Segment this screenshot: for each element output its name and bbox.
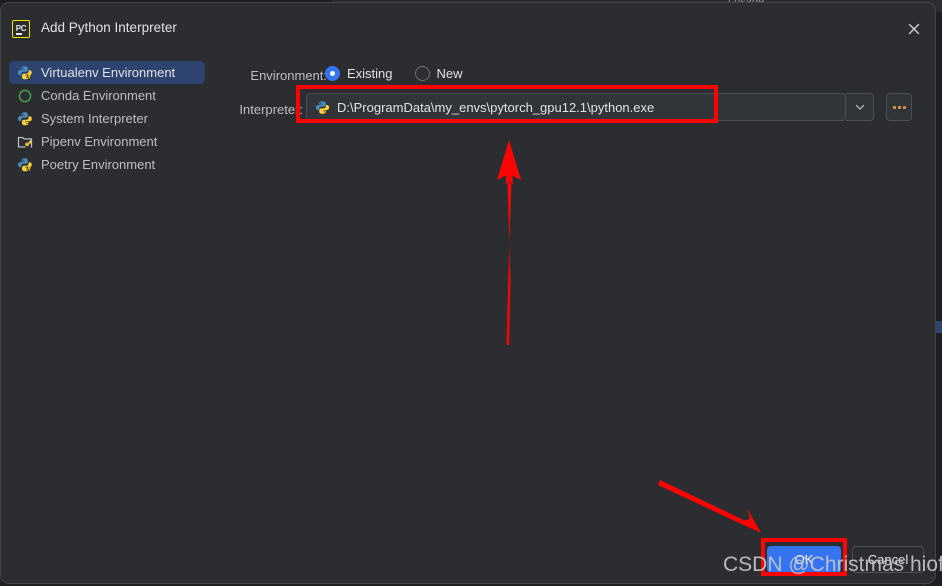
ellipsis-icon bbox=[892, 105, 906, 109]
environment-label: Environment: bbox=[250, 68, 327, 83]
cancel-button[interactable]: Cancel bbox=[852, 546, 924, 573]
chevron-down-icon bbox=[855, 104, 864, 110]
close-icon[interactable] bbox=[903, 18, 925, 40]
sidebar-item-pipenv-environment[interactable]: Pipenv Environment bbox=[9, 130, 205, 153]
ok-button[interactable]: OK bbox=[767, 546, 841, 573]
radio-indicator-icon bbox=[325, 66, 340, 81]
pycharm-logo-text: PC bbox=[15, 24, 27, 33]
environment-radio-group[interactable]: Existing New bbox=[325, 66, 463, 81]
virtualenv-python-icon bbox=[17, 65, 33, 81]
radio-new[interactable]: New bbox=[414, 66, 463, 81]
radio-label: New bbox=[436, 66, 463, 81]
sidebar-item-label: System Interpreter bbox=[41, 111, 148, 126]
radio-existing[interactable]: Existing bbox=[325, 66, 393, 81]
add-python-interpreter-dialog: PC Add Python Interpreter Virtualenv Env… bbox=[0, 2, 936, 584]
poetry-python-icon bbox=[17, 157, 33, 173]
radio-label: Existing bbox=[347, 66, 393, 81]
python-icon bbox=[315, 100, 330, 114]
browse-interpreter-button[interactable] bbox=[886, 93, 912, 121]
sidebar-item-label: Poetry Environment bbox=[41, 157, 156, 172]
pipenv-folder-icon bbox=[17, 134, 33, 150]
sidebar-item-poetry-environment[interactable]: Poetry Environment bbox=[9, 153, 205, 176]
pycharm-logo-icon: PC bbox=[12, 20, 30, 38]
radio-indicator-icon bbox=[414, 66, 430, 81]
python-icon bbox=[17, 111, 33, 127]
conda-ring-icon bbox=[17, 88, 33, 104]
dialog-titlebar: PC Add Python Interpreter bbox=[1, 3, 935, 47]
sidebar-item-label: Conda Environment bbox=[41, 88, 156, 103]
screenshot-root: t usage ninJsTDsaLvnCpntees PC Add Pytho… bbox=[0, 0, 942, 586]
dialog-title: Add Python Interpreter bbox=[41, 20, 177, 35]
interpreter-label: Interpreter: bbox=[239, 102, 303, 117]
interpreter-input[interactable]: D:\ProgramData\my_envs\pytorch_gpu12.1\p… bbox=[306, 93, 846, 121]
interpreter-dropdown-button[interactable] bbox=[846, 93, 874, 121]
sidebar-item-label: Pipenv Environment bbox=[41, 134, 158, 149]
interpreter-path-value: D:\ProgramData\my_envs\pytorch_gpu12.1\p… bbox=[337, 99, 655, 115]
